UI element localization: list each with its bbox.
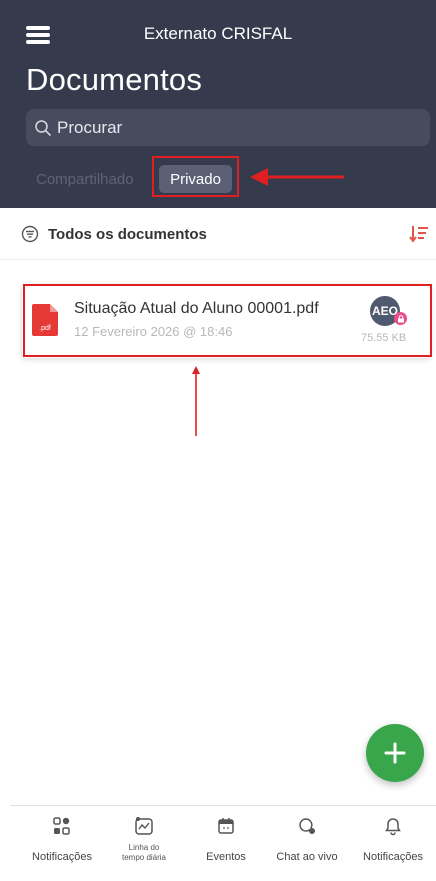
tab-privado[interactable]: Privado: [159, 165, 232, 193]
nav-item-linha-do-tempo[interactable]: Linha do tempo diária: [106, 806, 182, 881]
nav-label: Notificações: [32, 851, 92, 863]
search-input[interactable]: Procurar: [26, 109, 430, 146]
app-title: Externato CRISFAL: [143, 24, 293, 43]
document-list-item[interactable]: [22, 285, 430, 358]
grid-icon: [53, 817, 70, 835]
nav-item-notificacoes[interactable]: Notificações: [18, 806, 106, 881]
app-header: Externato CRISFAL Documentos Procurar Co…: [0, 0, 436, 208]
filter-icon[interactable]: [21, 225, 39, 243]
chat-icon: [299, 818, 315, 834]
search-icon: [35, 119, 51, 136]
document-name: Situação Atual do Aluno 00001.pdf: [74, 300, 319, 317]
nav-label: Notificações: [363, 851, 423, 863]
bottom-navigation: Notificações Linha do tempo diária Event…: [10, 805, 436, 881]
nav-item-chat-ao-vivo[interactable]: Chat ao vivo: [266, 806, 348, 881]
bell-icon: [385, 818, 401, 836]
annotation-arrow-up: [192, 366, 200, 436]
lock-icon: [394, 312, 407, 325]
top-bar: Externato CRISFAL: [0, 0, 436, 68]
pdf-file-label: .pdf: [39, 325, 51, 332]
calendar-icon: [218, 818, 234, 834]
annotation-arrow-left: [250, 168, 344, 186]
search-placeholder: Procurar: [57, 117, 123, 137]
nav-label: Linha do tempo diária: [121, 843, 167, 862]
filter-label[interactable]: Todos os documentos: [48, 226, 207, 243]
tab-compartilhado[interactable]: Compartilhado: [36, 171, 134, 188]
filter-bar: Todos os documentos: [0, 208, 436, 260]
document-size: 75.55 KB: [361, 332, 407, 344]
nav-item-eventos[interactable]: Eventos: [188, 806, 264, 881]
nav-item-notificacoes-bell[interactable]: Notificações: [350, 806, 436, 881]
sort-icon[interactable]: [409, 224, 429, 244]
plus-icon: [384, 742, 406, 764]
document-date: 12 Fevereiro 2026 @ 18:46: [74, 324, 233, 339]
add-document-button[interactable]: [366, 724, 424, 782]
nav-label: Chat ao vivo: [276, 851, 338, 863]
pdf-file-icon: .pdf: [32, 304, 58, 336]
nav-label: Eventos: [206, 851, 246, 863]
page-title: Documentos: [26, 62, 203, 97]
timeline-icon: [135, 817, 153, 835]
tab-bar: Compartilhado Privado: [0, 160, 436, 200]
